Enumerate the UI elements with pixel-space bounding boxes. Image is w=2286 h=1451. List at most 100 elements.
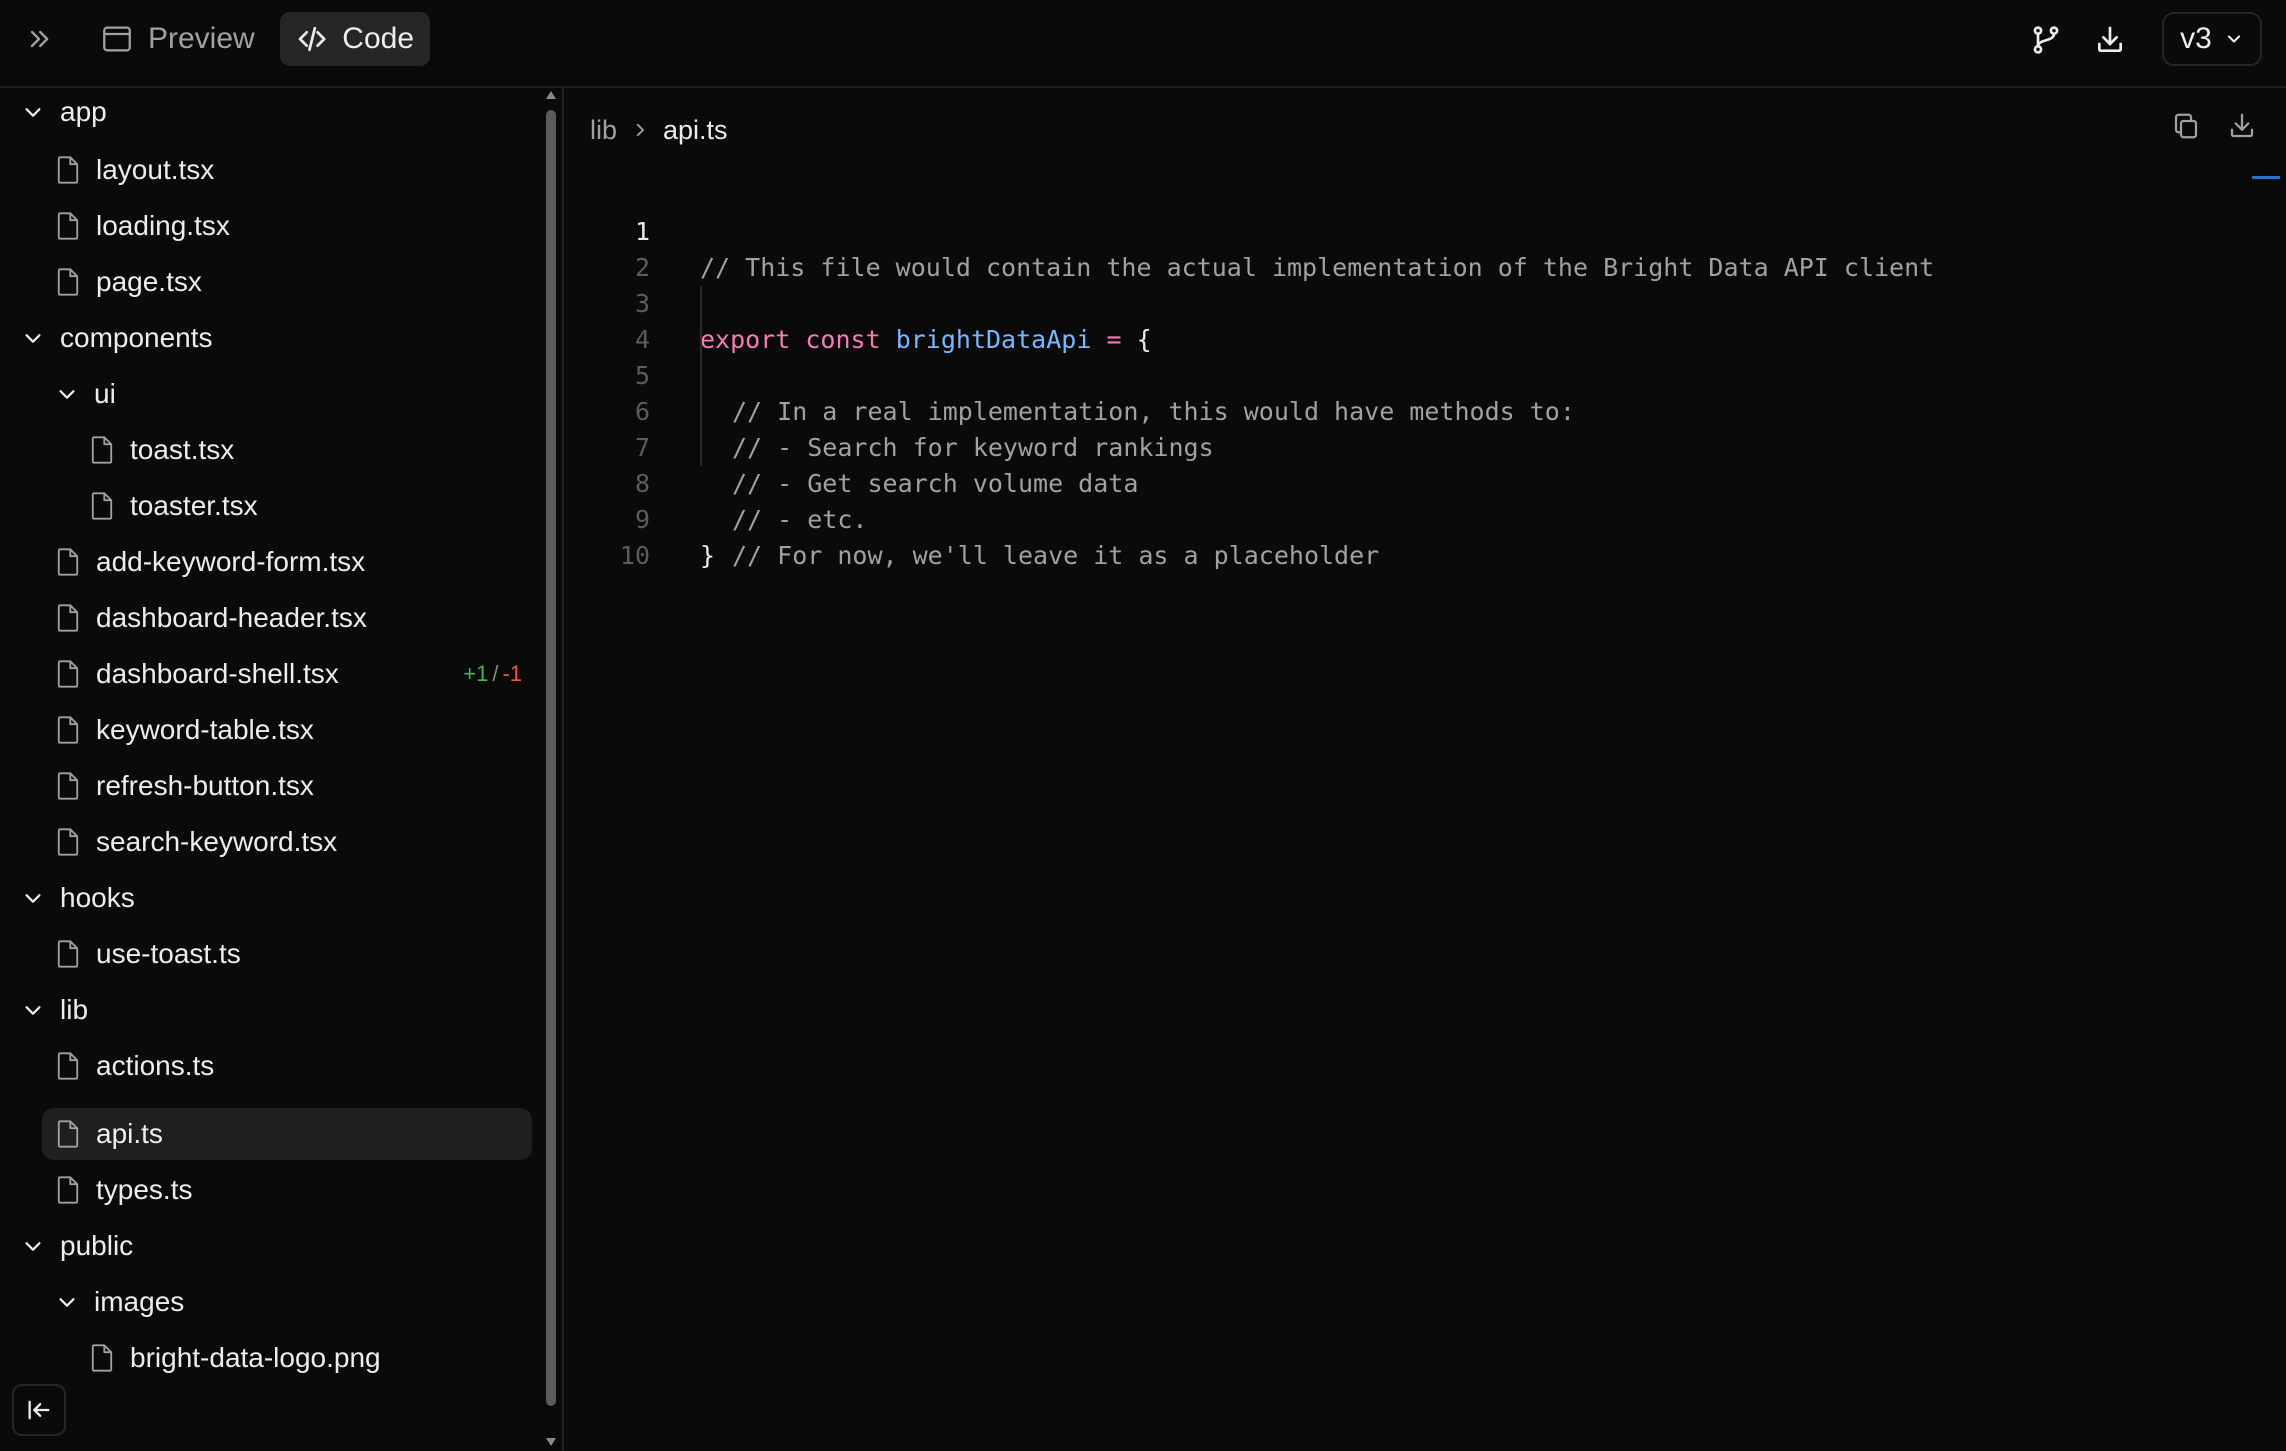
tree-label: api.ts [96,1118,163,1149]
chevron-down-icon [25,894,41,903]
diff-stats: +1/-1 [463,661,522,687]
tab-preview[interactable]: Preview [84,12,271,66]
file-icon [57,940,79,968]
expand-sidebar-icon[interactable] [18,18,60,60]
code-line: 3 export const brightDataApi = { [566,250,2236,354]
tree-file-dashboard-header[interactable]: dashboard-header.tsx [54,592,367,644]
tree-file-add-keyword-form[interactable]: add-keyword-form.tsx [54,536,365,588]
diff-added: +1 [463,661,489,686]
code-line: 4 // In a real implementation, this woul… [566,286,2236,426]
code-line: 10 [566,502,2236,570]
tree-folder-ui[interactable]: ui [56,368,116,420]
tree-folder-lib[interactable]: lib [22,984,88,1036]
indent-guide [700,286,702,322]
tree-file-use-toast[interactable]: use-toast.ts [54,928,241,980]
tree-label: keyword-table.tsx [96,714,314,745]
breadcrumb-current: api.ts [663,114,728,145]
code-comment: // For now, we'll leave it as a placehol… [732,541,1380,570]
scrollbar-thumb[interactable] [546,110,556,1406]
scroll-down-arrow-icon[interactable] [545,1437,557,1447]
tree-label: bright-data-logo.png [130,1342,381,1373]
code-line: 2 [566,214,2236,282]
chevron-down-icon [59,390,75,399]
copy-icon[interactable] [2164,104,2208,148]
tree-file-loading[interactable]: loading.tsx [54,200,230,252]
code-editor: lib api.ts 1 // This file would contain … [566,88,2286,1451]
file-icon [57,828,79,856]
collapse-sidebar-button[interactable] [12,1384,66,1436]
chevron-down-icon [25,334,41,343]
breadcrumb-parent[interactable]: lib [590,115,617,146]
file-icon [57,1052,79,1080]
file-icon [57,1120,79,1148]
indent-guide [700,358,702,394]
tree-file-page[interactable]: page.tsx [54,256,202,308]
tree-label: toast.tsx [130,434,235,465]
indent-guide [700,430,702,466]
tree-label: use-toast.ts [96,938,241,969]
tree-file-toaster[interactable]: toaster.tsx [88,480,258,532]
file-icon [91,1344,113,1372]
tree-label: page.tsx [96,266,202,297]
file-icon [57,604,79,632]
chevron-down-icon [25,1006,41,1015]
tree-file-api[interactable]: api.ts [42,1108,532,1160]
tree-file-actions[interactable]: actions.ts [54,1040,214,1092]
version-label: v3 [2180,22,2212,55]
tree-label: images [94,1286,185,1317]
tree-file-search-keyword[interactable]: search-keyword.tsx [54,816,337,868]
chevron-down-icon [25,108,41,117]
file-tree: app layout.tsx loading.tsx page.tsx comp… [0,88,564,1451]
tree-label: search-keyword.tsx [96,826,338,857]
chevron-down-icon [59,1298,75,1307]
tree-file-refresh-button[interactable]: refresh-button.tsx [54,760,314,812]
tree-folder-components[interactable]: components [22,312,213,364]
chevron-down-icon [2227,35,2240,43]
tab-code-label: Code [342,22,414,55]
code-view[interactable]: 1 // This file would contain the actual … [566,178,2236,570]
tree-file-dashboard-shell[interactable]: dashboard-shell.tsx +1/-1 [54,648,534,700]
minimap-viewport[interactable] [2252,176,2280,179]
git-branch-icon[interactable] [2024,18,2068,62]
file-icon [91,436,113,464]
sidebar-scrollbar[interactable] [544,88,558,1451]
file-icon [57,212,79,240]
tree-folder-hooks[interactable]: hooks [22,872,135,924]
tree-label: refresh-button.tsx [96,770,314,801]
scroll-up-arrow-icon[interactable] [545,90,557,100]
tree-label: app [60,96,107,127]
tree-folder-app[interactable]: app [22,86,107,138]
file-icon [57,772,79,800]
code-brace: } [700,541,716,570]
arrow-left-to-line-icon [28,1400,50,1420]
tree-file-toast[interactable]: toast.tsx [88,424,234,476]
download-icon[interactable] [2088,18,2132,62]
tree-label: components [60,322,213,353]
file-icon [57,716,79,744]
tree-folder-images[interactable]: images [56,1276,184,1328]
file-icon [57,548,79,576]
tree-label: loading.tsx [96,210,230,241]
file-icon [57,156,79,184]
breadcrumb: lib api.ts [590,106,728,154]
indent-guide [700,322,702,358]
chevron-right-icon [636,123,644,137]
tree-label: public [60,1230,134,1261]
version-select[interactable]: v3 [2162,12,2262,66]
tree-file-bright-data-logo[interactable]: bright-data-logo.png [88,1332,381,1384]
tree-file-layout[interactable]: layout.tsx [54,144,214,196]
tree-folder-public[interactable]: public [22,1220,133,1272]
download-file-icon[interactable] [2220,104,2264,148]
tab-code[interactable]: Code [280,12,430,66]
tab-preview-label: Preview [148,22,255,55]
file-icon [57,660,79,688]
tree-label: add-keyword-form.tsx [96,546,366,577]
tree-file-types[interactable]: types.ts [54,1164,192,1216]
tree-label: dashboard-header.tsx [96,602,367,633]
code-line: 7 // - etc. [566,394,2236,534]
indent-guide [700,394,702,430]
tree-file-keyword-table[interactable]: keyword-table.tsx [54,704,314,756]
code-line: 1 // This file would contain the actual … [566,178,2236,282]
tree-label: ui [94,378,116,409]
file-icon [57,1176,79,1204]
